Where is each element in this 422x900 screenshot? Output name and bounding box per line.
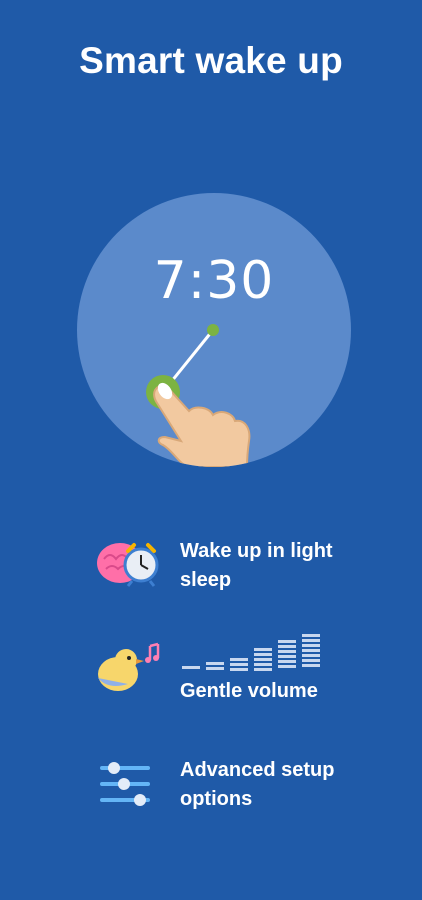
hand-end-knob (207, 324, 219, 336)
feature-light-sleep: Wake up in light sleep (180, 540, 333, 591)
sliders-icon (100, 762, 150, 806)
feature-advanced-setup: Advanced setup options (180, 759, 335, 810)
brain-alarm-clock-icon (97, 543, 159, 587)
page-title: Smart wake up (79, 40, 343, 81)
dial-hand-illustration (146, 324, 251, 467)
bird-music-icon (98, 642, 160, 691)
volume-bars-icon (182, 634, 320, 671)
clock-dial[interactable]: 7:30 (77, 193, 351, 467)
feature-gentle-volume: Gentle volume (180, 680, 318, 702)
